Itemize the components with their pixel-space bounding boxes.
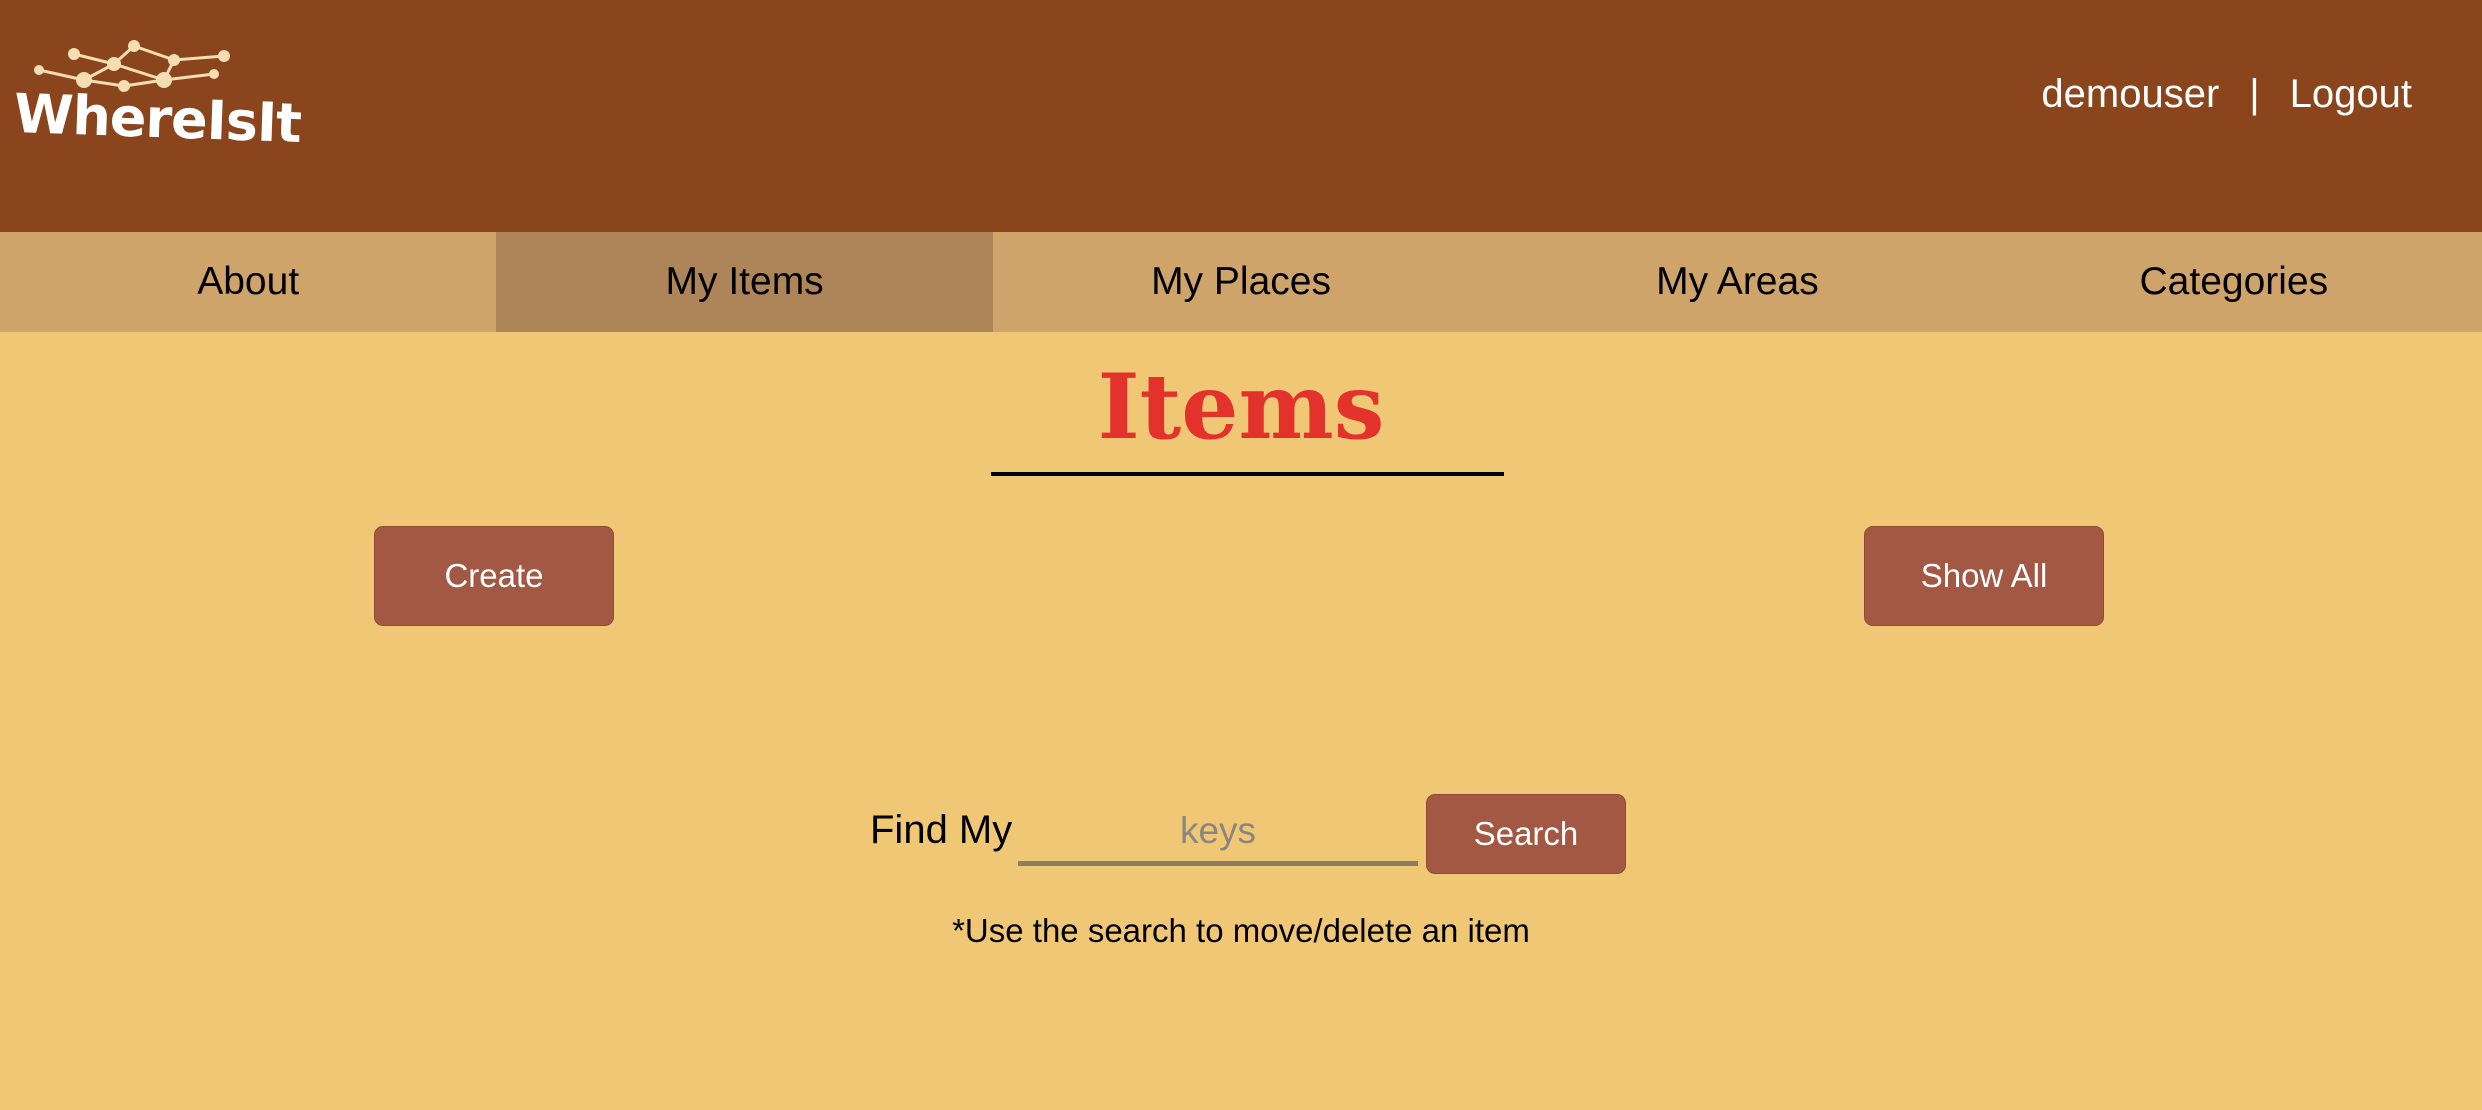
main-nav: About My Items My Places My Areas Catego… bbox=[0, 232, 2482, 332]
page-title: Items bbox=[1097, 354, 1385, 460]
nav-item-my-areas[interactable]: My Areas bbox=[1489, 232, 1985, 332]
search-hint: *Use the search to move/delete an item bbox=[952, 912, 1530, 949]
user-menu: demouser | Logout bbox=[2041, 72, 2412, 117]
nav-item-about[interactable]: About bbox=[0, 232, 496, 332]
search-input[interactable] bbox=[1018, 800, 1418, 866]
search-button[interactable]: Search bbox=[1426, 794, 1626, 874]
user-menu-separator: | bbox=[2249, 72, 2260, 116]
logout-link[interactable]: Logout bbox=[2290, 72, 2412, 117]
title-underline bbox=[991, 472, 1504, 476]
nav-item-my-places[interactable]: My Places bbox=[993, 232, 1489, 332]
brand-logo[interactable]: WhereIsIt bbox=[13, 40, 302, 155]
show-all-button[interactable]: Show All bbox=[1864, 526, 2104, 626]
brand-name: WhereIsIt bbox=[12, 82, 302, 155]
username-label: demouser bbox=[2041, 72, 2220, 116]
nav-item-my-items[interactable]: My Items bbox=[496, 232, 993, 332]
create-button[interactable]: Create bbox=[374, 526, 614, 626]
find-my-label: Find My bbox=[870, 808, 1013, 852]
app-header: WhereIsIt demouser | Logout bbox=[0, 0, 2482, 232]
nav-item-categories[interactable]: Categories bbox=[1986, 232, 2482, 332]
